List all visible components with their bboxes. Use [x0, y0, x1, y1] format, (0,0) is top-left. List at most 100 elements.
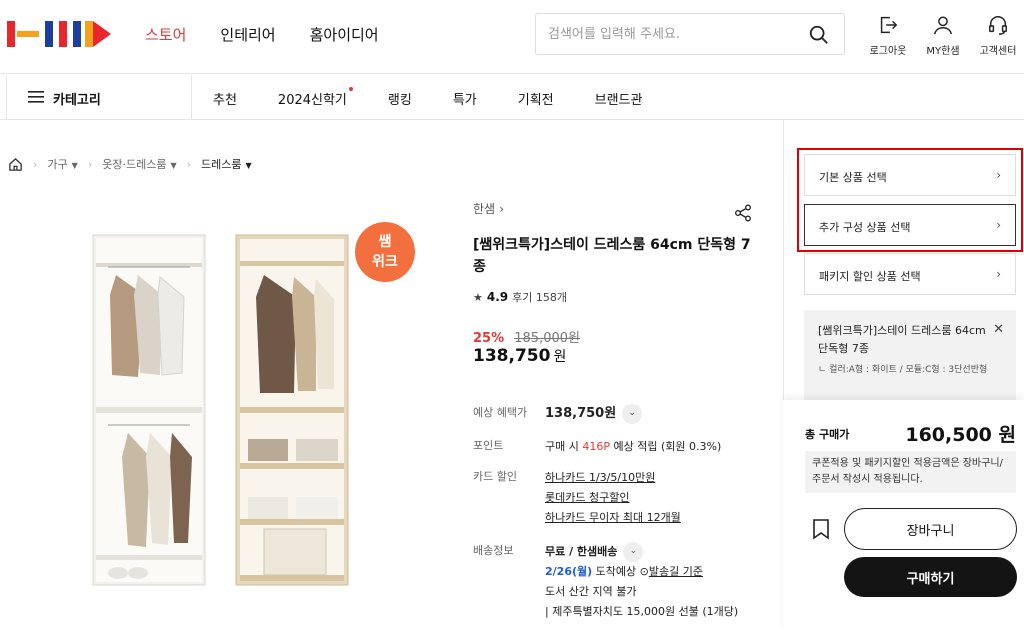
breadcrumb-item-label: 가구 — [47, 158, 68, 171]
headset-icon — [989, 16, 1007, 35]
my-hanssem-button[interactable]: MY한샘 — [917, 14, 969, 57]
nav-home-idea[interactable]: 홈아이디어 — [310, 24, 379, 45]
hamburger-icon — [28, 91, 44, 103]
breadcrumb: › 가구 ▼ › 옷장·드레스룸 ▼ › 드레스룸 ▼ — [8, 156, 252, 172]
category-label: 카테고리 — [53, 93, 101, 108]
customer-center-button[interactable]: 고객센터 — [972, 14, 1024, 57]
subnav-new-semester[interactable]: 2024신학기 — [277, 87, 353, 108]
spec-value: 무료 / 한샘배송 ⌄ 2/26(월) 도착예상 ⊙발송길 기준 도서 산간 지역… — [545, 542, 765, 622]
subnav-brand[interactable]: 브랜드관 — [595, 89, 643, 108]
logout-button[interactable]: 로그아웃 — [862, 14, 914, 57]
delivery-line2: 도서 산간 지역 불가 — [545, 585, 637, 598]
breadcrumb-item-label: 드레스룸 — [201, 158, 242, 171]
my-hanssem-label: MY한샘 — [926, 46, 960, 57]
product-image[interactable] — [88, 225, 358, 595]
subnav-new-semester-label: 2024신학기 — [277, 93, 347, 108]
chevron-right-icon: › — [996, 267, 1001, 281]
spec-value: 하나카드 1/3/5/10만원 롯데카드 청구할인 하나카드 무이자 최대 12… — [545, 468, 765, 528]
option-extra-select[interactable]: 추가 구성 상품 선택 › — [804, 204, 1016, 246]
subnav-special[interactable]: 특가 — [453, 89, 477, 108]
main-nav: 스토어 인테리어 홈아이디어 — [145, 24, 379, 45]
delivery-basis[interactable]: 발송길 기준 — [649, 565, 703, 578]
chevron-right-icon: › — [499, 202, 505, 216]
badge-line: 위크 — [372, 254, 398, 270]
subnav-recommend[interactable]: 추천 — [213, 89, 237, 108]
subnav-ranking[interactable]: 랭킹 — [388, 89, 412, 108]
point-prefix: 구매 시 — [545, 440, 583, 453]
review-count: 후기 158개 — [512, 291, 567, 304]
selected-item-card: [쌤위크특가]스테이 드레스룸 64cm 단독형 7종 ㄴ 컬러:A형 : 화이… — [804, 310, 1016, 410]
breadcrumb-separator-icon: › — [33, 157, 38, 171]
breadcrumb-item[interactable]: 가구 ▼ — [47, 156, 77, 172]
option-label: 패키지 할인 상품 선택 — [819, 270, 921, 283]
brand-link[interactable]: 한샘 › — [473, 200, 753, 217]
samweek-badge: 쌤 위크 — [355, 222, 415, 282]
spec-label: 카드 할인 — [473, 470, 517, 483]
delivery-date-row: 2/26(월) 도착예상 ⊙발송길 기준 — [545, 562, 765, 582]
nav-interior[interactable]: 인테리어 — [220, 24, 275, 45]
chevron-down-icon[interactable]: ⌄ — [623, 542, 644, 562]
close-icon[interactable]: ✕ — [993, 322, 1004, 337]
benefit-price: 138,750원 — [545, 406, 617, 421]
delivery-type-row: 무료 / 한샘배송 ⌄ — [545, 542, 765, 562]
delivery-line3: | 제주특별자치도 15,000원 선불 (1개당) — [545, 605, 739, 618]
delivery-type: 무료 / 한샘배송 — [545, 545, 618, 558]
selected-item-name: [쌤위크특가]스테이 드레스룸 64cm 단독형 7종 — [818, 324, 986, 355]
sub-nav: 추천 2024신학기 랭킹 특가 기획전 브랜드관 — [213, 87, 683, 108]
chevron-down-icon[interactable]: ⌄ — [622, 404, 643, 424]
hanssem-logo[interactable] — [7, 21, 111, 47]
add-to-cart-button[interactable]: 장바구니 — [844, 508, 1017, 550]
spec-value: 138,750원 ⌄ — [545, 404, 765, 424]
option-package-select[interactable]: 패키지 할인 상품 선택 › — [804, 253, 1016, 295]
original-price: 185,000원 — [514, 331, 580, 346]
card-link[interactable]: 롯데카드 청구할인 — [545, 488, 765, 508]
breadcrumb-item-current[interactable]: 드레스룸 ▼ — [201, 156, 252, 172]
user-icon — [934, 16, 952, 35]
point-amount: 416P — [582, 440, 610, 453]
bookmark-icon[interactable] — [810, 518, 832, 540]
buy-now-button[interactable]: 구매하기 — [844, 557, 1017, 597]
sale-price-value: 138,750 — [473, 346, 551, 366]
search-icon[interactable] — [808, 24, 830, 46]
category-button[interactable]: 카테고리 — [6, 75, 192, 120]
caret-down-icon: ▼ — [170, 161, 177, 170]
spec-label: 예상 혜택가 — [473, 406, 528, 419]
search-input[interactable] — [548, 24, 798, 44]
option-basic-select[interactable]: 기본 상품 선택 › — [804, 154, 1016, 196]
card-link[interactable]: 하나카드 1/3/5/10만원 — [545, 468, 765, 488]
brand-name: 한샘 — [473, 202, 496, 216]
category-bar: 카테고리 추천 2024신학기 랭킹 특가 기획전 브랜드관 — [0, 75, 1024, 120]
total-label: 총 구매가 — [805, 428, 850, 441]
location-pin-icon: ⊙ — [639, 565, 649, 578]
caret-down-icon: ▼ — [245, 161, 252, 170]
header: 스토어 인테리어 홈아이디어 로그아웃 MY한샘 고객센터 — [0, 0, 1024, 74]
spec-label: 배송정보 — [473, 544, 514, 557]
share-icon[interactable] — [734, 204, 752, 222]
delivery-date-suffix: 도착예상 — [592, 565, 637, 578]
sale-price: 138,750 원 — [473, 346, 566, 366]
discount-rate: 25% — [473, 331, 505, 346]
customer-center-label: 고객센터 — [979, 46, 1017, 57]
point-suffix: 예상 적립 (회원 0.3%) — [610, 440, 722, 453]
option-label: 기본 상품 선택 — [819, 171, 887, 184]
spec-value: 구매 시 416P 예상 적립 (회원 0.3%) — [545, 437, 765, 457]
home-icon[interactable] — [8, 157, 23, 172]
breadcrumb-item-label: 옷장·드레스룸 — [102, 158, 167, 171]
logout-icon — [880, 16, 898, 34]
discount-note: 쿠폰적용 및 패키지할인 적용금액은 장바구니/주문서 작성시 적용됩니다. — [805, 451, 1016, 493]
breadcrumb-separator-icon: › — [186, 157, 191, 171]
search-box — [535, 13, 845, 55]
subnav-exhibition[interactable]: 기획전 — [518, 89, 554, 108]
total-value: 160,500 원 — [905, 424, 1016, 446]
rating[interactable]: ★ 4.9 후기 158개 — [473, 289, 567, 305]
caret-down-icon: ▼ — [71, 161, 78, 170]
option-label: 추가 구성 상품 선택 — [819, 221, 911, 234]
breadcrumb-item[interactable]: 옷장·드레스룸 ▼ — [102, 156, 176, 172]
breadcrumb-separator-icon: › — [87, 157, 93, 171]
card-link[interactable]: 하나카드 무이자 최대 12개월 — [545, 508, 765, 528]
badge-line: 쌤 — [378, 234, 392, 250]
selected-item-option: ㄴ 컬러:A형 : 화이트 / 모듈:C형 : 3단선반형 — [818, 365, 988, 375]
rating-score: 4.9 — [486, 290, 509, 304]
nav-store[interactable]: 스토어 — [145, 24, 186, 45]
price-discount-row: 25% 185,000원 — [473, 327, 580, 346]
